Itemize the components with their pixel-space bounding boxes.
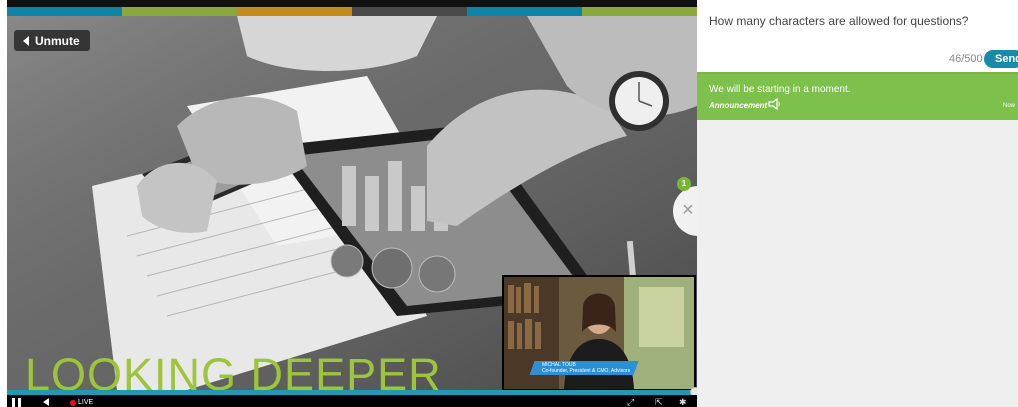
qa-sidebar: 46/500 Send We will be starting in a mom…	[697, 0, 1018, 407]
color-bar-segment	[7, 7, 122, 16]
pause-icon[interactable]	[12, 398, 22, 407]
megaphone-icon	[768, 98, 780, 110]
announcement-label: Announcement	[709, 101, 768, 110]
character-counter: 46/500	[949, 53, 983, 65]
color-bar-segment	[122, 7, 237, 16]
unmute-button[interactable]: Unmute	[14, 30, 90, 51]
speaker-icon	[23, 35, 29, 46]
question-composer: 46/500 Send	[697, 0, 1018, 72]
presenter-caption: MICHAL TOUB Co-founder, President & CMO,…	[542, 362, 630, 374]
live-label: LIVE	[78, 399, 94, 406]
color-bar-segment	[237, 7, 352, 16]
player-controls: LIVE ⤢ ⇱ ✱	[7, 395, 697, 407]
settings-icon[interactable]: ✱	[679, 397, 687, 407]
video-overlay-title: LOOKING DEEPER	[25, 349, 442, 390]
question-input[interactable]	[709, 13, 1009, 29]
live-indicator-icon	[70, 400, 76, 406]
unmute-label: Unmute	[35, 33, 80, 48]
video-player[interactable]: Unmute LOOKING DEEPER MICHAL TOUB Co-fou…	[7, 0, 697, 407]
announcement-text: We will be starting in a moment.	[709, 84, 851, 95]
close-icon: ×	[682, 199, 694, 221]
color-bar-segment	[582, 7, 697, 16]
app-root: Unmute LOOKING DEEPER MICHAL TOUB Co-fou…	[0, 0, 1018, 407]
popout-icon[interactable]: ⇱	[655, 397, 663, 407]
send-button[interactable]: Send	[984, 50, 1018, 68]
color-bar-segment	[467, 7, 582, 16]
color-bar-segment	[352, 7, 467, 16]
brand-color-bar	[7, 7, 697, 16]
presenter-pip-video[interactable]: MICHAL TOUB Co-founder, President & CMO,…	[502, 275, 696, 391]
announcement-card: We will be starting in a moment. Announc…	[697, 74, 1018, 120]
announcement-time: Now	[1003, 103, 1016, 109]
volume-icon[interactable]	[43, 398, 49, 406]
presenter-role: Co-founder, President & CMO, Advisors	[542, 368, 631, 374]
fullscreen-icon[interactable]: ⤢	[627, 397, 634, 407]
notification-badge: 1	[677, 177, 691, 191]
